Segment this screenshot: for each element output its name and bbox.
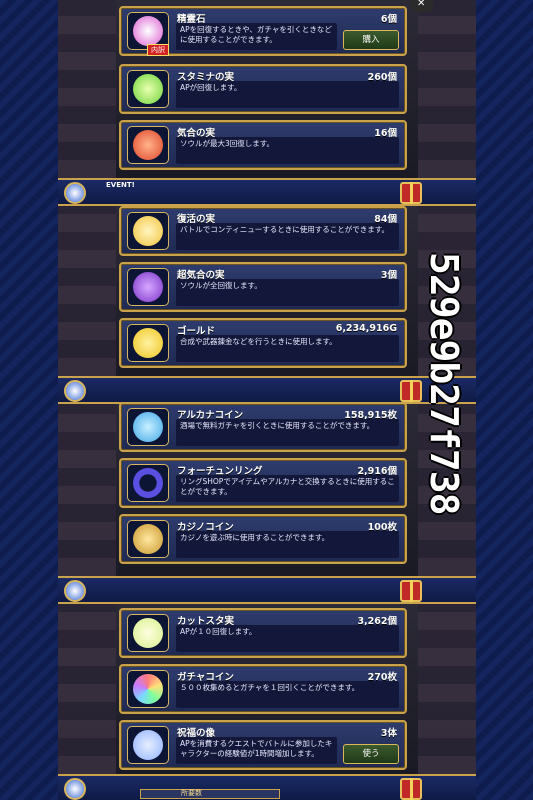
nav-home-icon[interactable] xyxy=(64,182,86,204)
item-card: 復活の実 84個 バトルでコンティニューするときに使用することができます。 xyxy=(119,206,407,256)
gift-icon[interactable] xyxy=(400,778,422,800)
item-quantity: 6個 xyxy=(380,14,397,25)
item-card: ゴールド 6,234,916G 合成や武器錬金などを行うときに使用します。 xyxy=(119,318,407,368)
nav-home-icon[interactable] xyxy=(64,580,86,602)
arcana-coin-icon xyxy=(127,408,169,446)
item-description: APが１０回復します。 xyxy=(176,625,399,652)
gold-icon xyxy=(127,324,169,362)
use-button[interactable]: 使う xyxy=(343,744,399,764)
item-description: 合成や武器錬金などを行うときに使用します。 xyxy=(176,335,399,362)
bottom-nav-bar xyxy=(58,376,476,404)
stamina-fruit-icon xyxy=(127,70,169,108)
breakdown-badge[interactable]: 内訳 xyxy=(147,44,169,56)
event-label: EVENT! xyxy=(106,181,135,189)
background-left xyxy=(0,0,58,800)
item-description: ソウルが最大3回復します。 xyxy=(176,137,399,164)
nav-home-icon[interactable] xyxy=(64,778,86,800)
item-card: 内訳 精霊石 6個 APを回復するときや、ガチャを引くときなどに使用することがで… xyxy=(119,6,407,56)
fortune-ring-icon xyxy=(127,464,169,502)
blessing-statue-icon xyxy=(127,726,169,764)
item-description: APが回復します。 xyxy=(176,81,399,108)
item-card: カジノコイン 100枚 カジノを遊ぶ時に使用することができます。 xyxy=(119,514,407,564)
item-card: スタミナの実 260個 APが回復します。 xyxy=(119,64,407,114)
casino-coin-icon xyxy=(127,520,169,558)
bottom-nav-bar xyxy=(58,576,476,604)
item-quantity: 6,234,916G xyxy=(335,323,397,334)
item-description: バトルでコンティニューするときに使用することができます。 xyxy=(176,223,399,250)
cut-fruit-icon xyxy=(127,614,169,652)
item-card: 超気合の実 3個 ソウルが全回復します。 xyxy=(119,262,407,312)
super-spirit-fruit-icon xyxy=(127,268,169,306)
item-card: カットスタ実 3,262個 APが１０回復します。 xyxy=(119,608,407,658)
watermark-overlay: 529e9b27f738 xyxy=(419,183,469,583)
bottom-nav-bar: EVENT! xyxy=(58,178,476,206)
item-description: ソウルが全回復します。 xyxy=(176,279,399,306)
item-description: 酒場で無料ガチャを引くときに使用することができます。 xyxy=(176,419,399,446)
item-card: フォーチュンリング 2,916個 リングSHOPでアイテムやアルカナと交換すると… xyxy=(119,458,407,508)
item-description: リングSHOPでアイテムやアルカナと交換するときに使用することができます。 xyxy=(176,475,399,502)
spirit-fruit-icon xyxy=(127,126,169,164)
item-description: ５００枚集めるとガチャを１回引くことができます。 xyxy=(176,681,399,708)
close-icon[interactable] xyxy=(411,0,433,12)
gacha-coin-icon xyxy=(127,670,169,708)
watermark-text: 529e9b27f738 xyxy=(422,251,466,515)
background-right xyxy=(475,0,533,800)
item-description: APを回復するときや、ガチャを引くときなどに使用することができます。 xyxy=(176,23,337,50)
item-card: 祝福の像 3体 APを消費するクエストでバトルに参加したキャラクターの経験値が1… xyxy=(119,720,407,770)
revival-fruit-icon xyxy=(127,212,169,250)
nav-home-icon[interactable] xyxy=(64,380,86,402)
gift-icon[interactable] xyxy=(400,580,422,602)
purchase-button[interactable]: 購入 xyxy=(343,30,399,50)
item-quantity: 3体 xyxy=(380,728,397,739)
item-card: アルカナコイン 158,915枚 酒場で無料ガチャを引くときに使用することができ… xyxy=(119,402,407,452)
item-card: 気合の実 16個 ソウルが最大3回復します。 xyxy=(119,120,407,170)
bottom-tab-label: 所要数 xyxy=(181,789,202,797)
item-card: ガチャコイン 270枚 ５００枚集めるとガチャを１回引くことができます。 xyxy=(119,664,407,714)
bottom-tab[interactable]: 所要数 xyxy=(140,789,280,799)
item-description: カジノを遊ぶ時に使用することができます。 xyxy=(176,531,399,558)
item-description: APを消費するクエストでバトルに参加したキャラクターの経験値が1時間増加します。 xyxy=(176,737,337,764)
